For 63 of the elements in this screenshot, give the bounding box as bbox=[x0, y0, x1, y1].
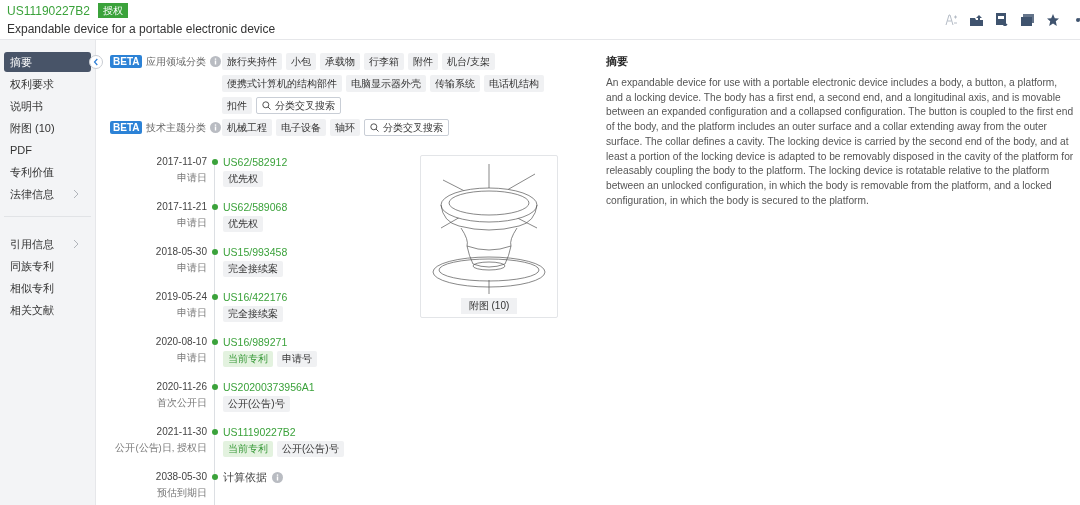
type-tag: 完全接续案 bbox=[223, 261, 283, 277]
date-type: 申请日 bbox=[176, 307, 207, 320]
date-type: 申请日 bbox=[176, 217, 207, 230]
sidebar-item[interactable]: 法律信息 bbox=[4, 184, 91, 204]
event-date: 2017-11-21 bbox=[155, 200, 207, 214]
sidebar-item[interactable]: 引用信息 bbox=[4, 234, 91, 254]
beta-badge: BETA bbox=[110, 121, 143, 134]
type-tag: 优先权 bbox=[223, 216, 263, 232]
sidebar-item[interactable]: 相关文献 bbox=[4, 300, 91, 320]
classification-tag[interactable]: 机械工程 bbox=[222, 119, 272, 136]
sidebar-item[interactable]: 说明书 bbox=[4, 96, 91, 116]
classification-label: 技术主题分类 bbox=[146, 120, 207, 135]
sidebar-item[interactable]: 附图 (10) bbox=[4, 118, 91, 138]
type-tag: 完全接续案 bbox=[223, 306, 283, 322]
classification-tag[interactable]: 承载物 bbox=[320, 53, 360, 70]
sidebar-item[interactable]: 专利价值 bbox=[4, 162, 91, 182]
classification-tag[interactable]: 电话机结构 bbox=[484, 75, 544, 92]
type-tag: 优先权 bbox=[223, 171, 263, 187]
date-type: 预估到期日 bbox=[156, 487, 207, 500]
type-tag: 公开(公告)号 bbox=[277, 441, 344, 457]
abstract-heading: 摘要 bbox=[606, 55, 629, 69]
type-tag: 公开(公告)号 bbox=[223, 396, 290, 412]
status-badge: 授权 bbox=[97, 3, 128, 18]
classification-tag[interactable]: 机台/支架 bbox=[442, 53, 495, 70]
event-date: 2017-11-07 bbox=[155, 155, 207, 169]
event-date: 2019-05-24 bbox=[154, 290, 207, 304]
abstract-text: An expandable device for use with a portable electronic device includes a body, a button, a platform, and a locking device. The body has a first end, a second end, and a longitudinal axis, and is movable between an expanded configuration and a collapsed configuration. The button is coupled to the first end of the body, and the platform includes an outer surface and a collar extending away from the outer surface. The collar defines a cavity. The locking device is carried by the second end of the body, and at least a portion of the locking device is adapted to be removably disposed in the cavity of the platform for releasably coupling the body to the platform. The locking device is rotatable relative to the platform between an unlocked configuration, in which the body is removable from the platform, and a locked configuration, in which the body is secured to the platform. bbox=[606, 76, 1074, 208]
date-type: 申请日 bbox=[176, 352, 207, 365]
cross-search-button[interactable]: 分类交叉搜索 bbox=[364, 119, 449, 136]
beta-badge: BETA bbox=[110, 55, 143, 68]
date-type: 申请日 bbox=[176, 172, 207, 185]
event-date: 2020-11-26 bbox=[155, 380, 207, 394]
date-type: 申请日 bbox=[176, 262, 207, 275]
date-type: 首次公开日 bbox=[156, 397, 207, 410]
type-tag: 申请号 bbox=[277, 351, 317, 367]
sidebar-item[interactable]: 摘要 bbox=[4, 52, 91, 72]
classification-tag[interactable]: 旅行夹持件 bbox=[222, 53, 282, 70]
event-date: 2018-05-30 bbox=[154, 245, 207, 259]
date-type: 公开(公告)日, 授权日 bbox=[114, 442, 207, 455]
classification-tag[interactable]: 小包 bbox=[286, 53, 316, 70]
classification-tag[interactable]: 便携式计算机的结构部件 bbox=[222, 75, 342, 92]
patent-title: Expandable device for a portable electronic device bbox=[7, 22, 277, 36]
cross-search-button[interactable]: 分类交叉搜索 bbox=[256, 97, 341, 114]
classification-tag[interactable]: 传输系统 bbox=[430, 75, 480, 92]
current-patent-tag: 当前专利 bbox=[223, 351, 273, 367]
classification-tag[interactable]: 扣件 bbox=[222, 97, 252, 114]
classification-tag[interactable]: 轴环 bbox=[330, 119, 360, 136]
classification-label: 应用领域分类 bbox=[146, 54, 207, 69]
event-date: 2020-08-10 bbox=[154, 335, 207, 349]
sidebar-item[interactable]: 权利要求 bbox=[4, 74, 91, 94]
event-date: 2038-05-30 bbox=[154, 470, 207, 484]
basis-label: 计算依据 bbox=[223, 470, 267, 484]
current-patent-tag: 当前专利 bbox=[223, 441, 273, 457]
sidebar-item[interactable]: 同族专利 bbox=[4, 256, 91, 276]
figures-button[interactable]: 附图 (10) bbox=[460, 298, 518, 314]
classification-tag[interactable]: 行李箱 bbox=[364, 53, 404, 70]
classification-tag[interactable]: 电子设备 bbox=[276, 119, 326, 136]
sidebar-item[interactable]: 相似专利 bbox=[4, 278, 91, 298]
classification-tag[interactable]: 附件 bbox=[408, 53, 438, 70]
sidebar-item[interactable]: PDF bbox=[4, 140, 91, 160]
patent-number: US11190227B2 bbox=[7, 3, 90, 18]
classification-tag[interactable]: 电脑显示器外壳 bbox=[346, 75, 426, 92]
event-date: 2021-11-30 bbox=[155, 425, 207, 439]
